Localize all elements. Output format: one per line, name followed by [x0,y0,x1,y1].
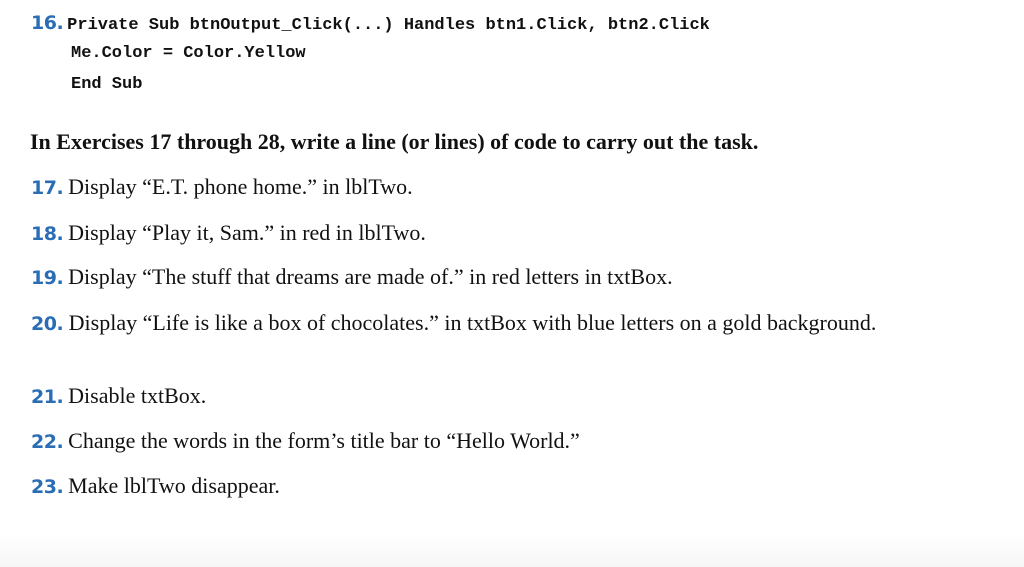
exercise-number: 18. [31,223,64,245]
exercise-21: 21. Disable txtBox. [31,383,206,409]
exercise-23: 23. Make lblTwo disappear. [31,473,280,499]
exercise-text: Display “Life is like a box of chocolate… [68,310,877,335]
code-line-1: Private Sub btnOutput_Click(...) Handles… [67,16,710,35]
exercise-number: 21. [31,386,64,408]
code-line-2: Me.Color = Color.Yellow [71,44,306,63]
exercise-17: 17. Display “E.T. phone home.” in lblTwo. [31,174,413,200]
exercise-22: 22. Change the words in the form’s title … [31,428,580,454]
exercise-number: 19. [31,267,64,289]
exercise-text: Change the words in the form’s title bar… [68,428,580,453]
exercise-text: Disable txtBox. [68,383,207,408]
exercise-number: 20. [31,313,64,335]
exercise-20: 20. Display “Life is like a box of choco… [31,308,1016,339]
exercise-text: Display “E.T. phone home.” in lblTwo. [68,174,413,199]
instructions-heading: In Exercises 17 through 28, write a line… [30,129,759,154]
exercise-number: 16. [31,12,64,34]
exercise-text: Display “The stuff that dreams are made … [68,264,673,289]
exercise-number: 22. [31,431,64,453]
exercise-number: 23. [31,476,64,498]
exercise-18: 18. Display “Play it, Sam.” in red in lbl… [31,220,426,246]
exercise-16: 16. Private Sub btnOutput_Click(...) Han… [31,12,710,35]
exercise-text: Make lblTwo disappear. [68,473,280,498]
exercise-text: Display “Play it, Sam.” in red in lblTwo… [68,220,426,245]
exercise-19: 19. Display “The stuff that dreams are ma… [31,264,673,290]
exercise-number: 17. [31,177,64,199]
code-line-3: End Sub [71,75,143,94]
